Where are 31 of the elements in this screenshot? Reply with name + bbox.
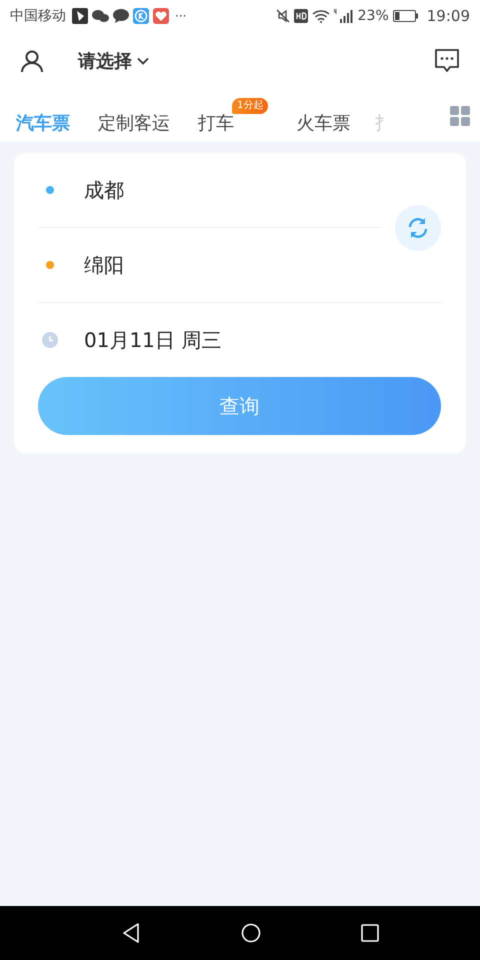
clock-icon (42, 332, 58, 348)
promo-badge: 1分起 (232, 98, 268, 114)
app-notification-icon (72, 8, 88, 24)
date-field[interactable]: 01月11日 周三 (84, 326, 222, 354)
message-icon[interactable] (434, 48, 460, 74)
departure-city-field[interactable]: 成都 (84, 176, 124, 204)
signal-icon (334, 8, 354, 24)
chat-bubbles-icon (92, 9, 109, 23)
city-select-dropdown[interactable]: 请选择 (78, 49, 149, 73)
heart-app-icon (153, 8, 169, 24)
category-tab[interactable]: 火车票 (296, 97, 350, 135)
user-profile-icon[interactable] (20, 49, 44, 73)
arrival-city-field[interactable]: 绵阳 (84, 252, 124, 278)
chevron-down-icon (137, 57, 149, 65)
wifi-icon (312, 9, 330, 23)
category-tab[interactable]: 定制客运 (98, 97, 170, 135)
mute-icon (276, 9, 290, 23)
k-app-icon (133, 8, 149, 24)
battery-icon (392, 10, 419, 22)
hd-icon (294, 9, 308, 23)
category-tab[interactable]: 打车 1分起 (198, 97, 268, 135)
swap-icon (406, 216, 430, 240)
swap-cities-button[interactable] (395, 204, 441, 250)
clock-text: 19:09 (426, 7, 470, 25)
more-notifications-text: ··· (175, 9, 186, 23)
recent-apps-icon[interactable] (361, 924, 379, 942)
carrier-text: 中国移动 (10, 7, 66, 25)
message-bubble-icon (113, 9, 129, 23)
home-icon[interactable] (241, 923, 261, 943)
battery-percent-text: 23% (358, 8, 389, 24)
back-icon[interactable] (121, 922, 141, 944)
